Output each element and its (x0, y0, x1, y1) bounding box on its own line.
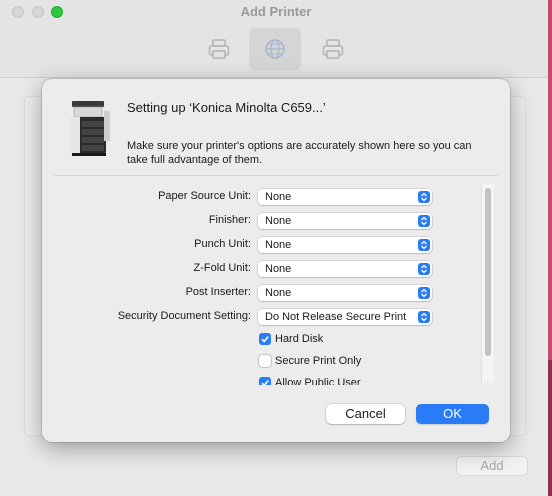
z-fold-unit-popup[interactable]: None (258, 261, 432, 277)
post-inserter-popup[interactable]: None (258, 285, 432, 301)
checkbox[interactable] (259, 355, 271, 367)
printer-icon (208, 39, 230, 59)
chevron-up-down-icon (418, 311, 430, 323)
desktop-edge-lower (548, 360, 552, 496)
option-label: Z-Fold Unit: (193, 262, 251, 274)
printer-icon (322, 39, 344, 59)
option-finisher: Finisher: None (54, 213, 484, 230)
printer-setup-sheet: Setting up ‘Konica Minolta C659...’ Make… (42, 79, 510, 442)
popup-value: None (265, 263, 292, 275)
chevron-up-down-icon (418, 215, 430, 227)
chevron-up-down-icon (418, 287, 430, 299)
popup-value: None (265, 287, 292, 299)
scrollbar-thumb[interactable] (485, 188, 491, 356)
window-toolbar: Add Printer (0, 0, 552, 78)
toolbar-ip-button[interactable] (249, 28, 301, 70)
option-label: Security Document Setting: (117, 310, 251, 322)
option-security-document-setting: Security Document Setting: Do Not Releas… (54, 309, 484, 326)
checkmark-icon (261, 380, 269, 385)
security-document-setting-popup[interactable]: Do Not Release Secure Print (258, 309, 432, 325)
cancel-button[interactable]: Cancel (326, 404, 405, 424)
checkbox-label: Secure Print Only (275, 355, 362, 367)
printer-device-icon (70, 101, 110, 156)
window-title: Add Printer (240, 4, 312, 19)
checkbox-label: Allow Public User (275, 377, 361, 385)
option-punch-unit: Punch Unit: None (54, 237, 484, 254)
globe-icon (265, 39, 285, 59)
option-label: Punch Unit: (194, 238, 251, 250)
popup-value: Do Not Release Secure Print (265, 311, 407, 323)
popup-value: None (265, 239, 292, 251)
punch-unit-popup[interactable]: None (258, 237, 432, 253)
option-z-fold-unit: Z-Fold Unit: None (54, 261, 484, 278)
chevron-up-down-icon (418, 263, 430, 275)
option-post-inserter: Post Inserter: None (54, 285, 484, 302)
ok-button[interactable]: OK (416, 404, 489, 424)
checkbox[interactable] (259, 377, 271, 385)
checkmark-icon (261, 336, 269, 343)
checkbox-label: Hard Disk (275, 333, 324, 345)
option-label: Post Inserter: (185, 286, 251, 298)
sheet-title: Setting up ‘Konica Minolta C659...’ (127, 100, 326, 115)
toolbar-default-button[interactable] (193, 28, 245, 70)
popup-value: None (265, 191, 292, 203)
option-label: Paper Source Unit: (158, 190, 251, 202)
divider (54, 175, 498, 176)
chevron-up-down-icon (418, 191, 430, 203)
finisher-popup[interactable]: None (258, 213, 432, 229)
add-button[interactable]: Add (456, 456, 528, 476)
checkbox[interactable] (259, 333, 271, 345)
chevron-up-down-icon (418, 239, 430, 251)
paper-source-unit-popup[interactable]: None (258, 189, 432, 205)
toolbar-windows-button[interactable] (307, 28, 359, 70)
option-paper-source-unit: Paper Source Unit: None (54, 189, 484, 206)
option-label: Finisher: (208, 214, 251, 226)
options-list: Paper Source Unit: None Finisher: None P… (54, 182, 496, 385)
popup-value: None (265, 215, 292, 227)
sheet-description: Make sure your printer's options are acc… (127, 140, 472, 166)
